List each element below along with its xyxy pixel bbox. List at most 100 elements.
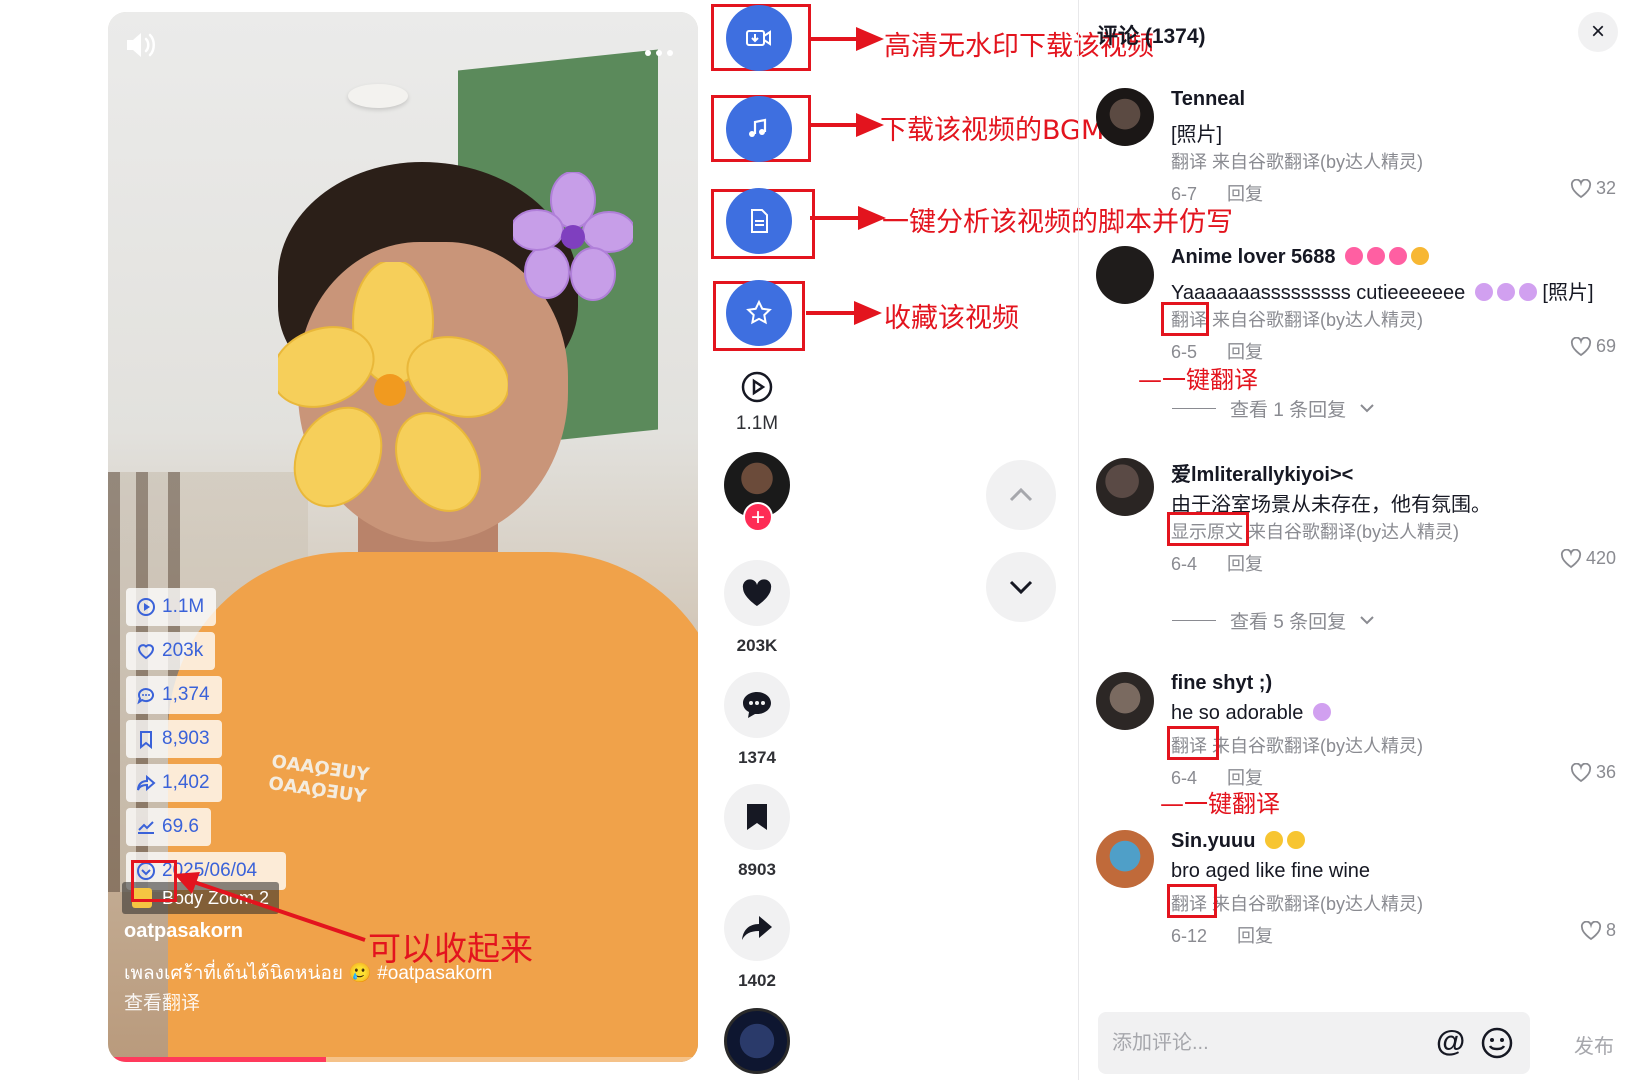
heart-outline-icon [1560, 548, 1582, 568]
comment-input[interactable] [1112, 1012, 1412, 1074]
download-bgm-arrow [808, 113, 884, 137]
comment-action[interactable]: 1374 [722, 672, 792, 768]
face-emoji-icon [1411, 247, 1430, 265]
translation-source: 来自谷歌翻译(by达人精灵) [1212, 152, 1424, 172]
translate-link[interactable]: 翻译 [1171, 152, 1207, 172]
stat-trend-value: 69.6 [162, 816, 199, 837]
view-replies-link[interactable]: 查看 5 条回复 [1172, 607, 1374, 634]
favorite-button[interactable] [726, 280, 792, 346]
heart-icon [742, 579, 772, 606]
music-disc-icon[interactable] [724, 1008, 790, 1074]
chevron-up-icon [1009, 487, 1033, 502]
star-emoji-icon [1287, 831, 1306, 849]
caption-translate-link[interactable]: 查看翻译 [124, 988, 200, 1015]
star-icon [746, 299, 772, 325]
comment-date: 6-4 [1171, 554, 1198, 574]
comment-like[interactable]: 69 [1570, 336, 1616, 357]
replies-divider-line [1172, 408, 1216, 409]
share-icon [137, 774, 156, 792]
next-video-button[interactable] [986, 552, 1056, 622]
comment-author[interactable]: Anime lover 5688 [1171, 246, 1430, 269]
reply-link[interactable]: 回复 [1227, 184, 1263, 204]
post-button[interactable]: 发布 [1574, 1030, 1614, 1059]
bookmark-icon [140, 731, 152, 749]
video-progress-bar[interactable] [108, 1057, 698, 1062]
translate-highlight-box [1167, 726, 1219, 760]
download-bgm-button[interactable] [726, 96, 792, 162]
share-button[interactable] [724, 895, 790, 961]
panel-divider [1078, 0, 1079, 1080]
previous-video-button[interactable] [986, 460, 1056, 530]
comment-translation-info: 翻译 来自谷歌翻译(by达人精灵) [1171, 148, 1423, 174]
comment-avatar[interactable] [1096, 830, 1154, 888]
bookmark-icon [747, 804, 767, 830]
stat-plays: 1.1M [126, 588, 217, 626]
comment-author[interactable]: fine shyt ;) [1171, 672, 1272, 695]
document-icon [751, 209, 768, 233]
comment-like[interactable]: 420 [1560, 548, 1616, 569]
comment-button[interactable] [724, 672, 790, 738]
music-download-icon [749, 118, 767, 137]
trend-icon [138, 821, 154, 834]
crying-emoji-icon [1474, 283, 1493, 301]
close-button[interactable]: × [1578, 12, 1618, 52]
comment-date: 6-5 [1171, 342, 1198, 362]
reply-link[interactable]: 回复 [1227, 554, 1263, 574]
stat-trend: 69.6 [126, 808, 211, 846]
more-dots-icon[interactable] [644, 34, 674, 65]
comment-like-count: 420 [1585, 548, 1616, 568]
comment-like-count: 69 [1595, 336, 1616, 356]
share-action[interactable]: 1402 [722, 895, 792, 991]
speaker-icon[interactable] [124, 30, 158, 67]
comment-text: [照片] [1171, 124, 1223, 146]
download-bgm-label: 下载该视频的BGM [880, 115, 1105, 146]
comment-author[interactable]: Tenneal [1171, 88, 1245, 111]
creator-avatar[interactable]: + [724, 452, 790, 532]
stat-saves-value: 8,903 [162, 728, 210, 749]
stat-shares: 1,402 [126, 764, 222, 802]
comment-like[interactable]: 32 [1570, 178, 1616, 199]
comment-date: 6-7 [1171, 184, 1198, 204]
like-action[interactable]: 203K [722, 560, 792, 656]
mention-button[interactable]: @ [1436, 1025, 1465, 1059]
replies-divider-line [1172, 620, 1216, 621]
one-click-translate-label: —一键翻译 [1160, 790, 1280, 818]
comment-like[interactable]: 8 [1580, 920, 1616, 941]
video-progress-fill [108, 1057, 327, 1062]
heart-icon [137, 644, 155, 660]
analyze-script-button[interactable] [726, 188, 792, 254]
comment-author[interactable]: 爱lmliterallykiyoi>< [1171, 458, 1353, 487]
comment-input-bar: @ [1098, 1012, 1530, 1074]
stat-likes-value: 203k [162, 640, 204, 661]
comment-like[interactable]: 36 [1570, 762, 1616, 783]
comment-like-count: 32 [1595, 178, 1616, 198]
comment-like-count: 36 [1595, 762, 1616, 782]
comment-meta: 6-7 回复 [1171, 180, 1263, 206]
comment-text: bro aged like fine wine [1171, 860, 1371, 882]
comment-avatar[interactable] [1096, 246, 1154, 304]
save-action[interactable]: 8903 [722, 784, 792, 880]
comment-avatar[interactable] [1096, 88, 1154, 146]
analyze-script-arrow [810, 206, 886, 230]
save-button[interactable] [724, 784, 790, 850]
reply-link[interactable]: 回复 [1237, 926, 1273, 946]
view-replies-link[interactable]: 查看 1 条回复 [1172, 395, 1374, 422]
favorite-label: 收藏该视频 [884, 303, 1019, 334]
follow-plus-icon[interactable]: + [743, 502, 773, 532]
comment-avatar[interactable] [1096, 458, 1154, 516]
collapse-arrow [174, 872, 366, 942]
heart-outline-icon [1570, 336, 1592, 356]
stat-plays-value: 1.1M [162, 596, 205, 617]
reply-link[interactable]: 回复 [1227, 342, 1263, 362]
stat-comments-value: 1,374 [162, 684, 210, 705]
like-button[interactable] [724, 560, 790, 626]
translation-source: 来自谷歌翻译(by达人精灵) [1212, 736, 1424, 756]
comment-author[interactable]: Sin.yuuu [1171, 830, 1306, 853]
comment-date: 6-12 [1171, 926, 1208, 946]
chevron-down-icon [1360, 616, 1374, 625]
download-video-button[interactable] [726, 5, 792, 71]
comment-bubble-icon [743, 692, 771, 718]
emoji-icon[interactable] [1480, 1026, 1514, 1060]
comment-avatar[interactable] [1096, 672, 1154, 730]
translate-highlight-box [1161, 302, 1209, 336]
